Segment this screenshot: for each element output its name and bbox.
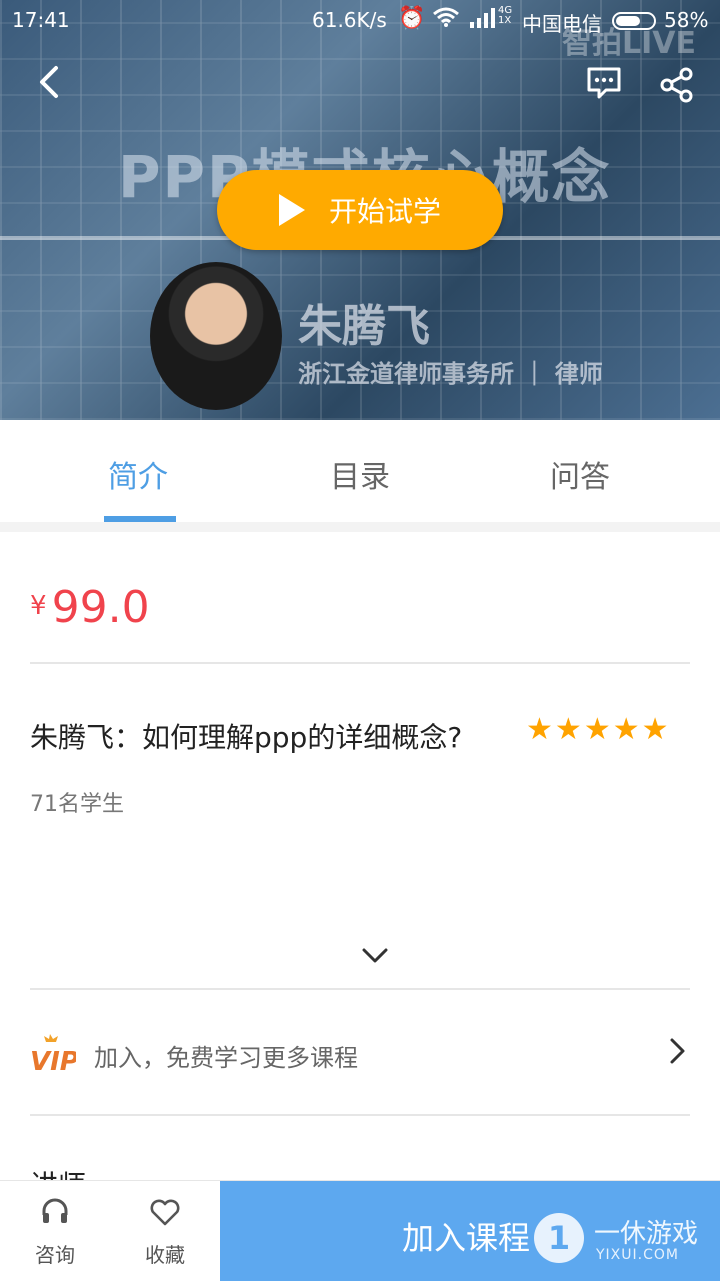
consult-button[interactable]: 咨询	[0, 1181, 110, 1281]
star-icon: ★	[612, 712, 642, 747]
vip-promo-text: 加入，免费学习更多课程	[94, 1044, 358, 1072]
start-trial-label: 开始试学	[328, 195, 441, 228]
divider	[30, 988, 690, 990]
battery-icon	[612, 12, 656, 30]
tab-qa[interactable]: 问答	[550, 452, 610, 496]
site-watermark-cn: 一休游戏	[594, 1219, 699, 1249]
heart-icon	[150, 1199, 180, 1226]
headset-icon	[42, 1198, 68, 1223]
student-count: 71名学生	[30, 792, 124, 817]
favorite-label: 收藏	[145, 1243, 185, 1267]
comment-button[interactable]	[586, 66, 622, 100]
join-course-label: 加入课程	[402, 1219, 531, 1257]
start-trial-button[interactable]: 开始试学	[217, 170, 503, 250]
star-icon: ★	[554, 712, 584, 747]
course-video-banner[interactable]: 智拍LIVE PPP模式核心概念 朱腾飞 浙江金道律师事务所 ｜ 律师 17:4…	[0, 0, 720, 420]
price-value: 99.0	[51, 582, 150, 633]
play-icon	[278, 194, 305, 226]
chevron-left-icon	[40, 66, 58, 98]
join-course-button[interactable]: 加入课程 1 一休游戏 YIXUI.COM	[220, 1181, 720, 1281]
rating-stars: ★★★★★	[526, 712, 671, 747]
divider	[30, 662, 690, 664]
bottom-action-bar: 咨询 收藏 加入课程 1 一休游戏 YIXUI.COM	[0, 1180, 720, 1281]
star-icon: ★	[526, 712, 555, 747]
comment-icon	[587, 67, 621, 99]
divider	[30, 1114, 690, 1116]
status-bar: 17:41 61.6K/s ⏰ 4G 1X 中国电信 58%	[0, 0, 720, 40]
tab-catalog[interactable]: 目录	[330, 452, 390, 496]
status-carrier: 中国电信	[522, 12, 602, 36]
back-button[interactable]	[30, 62, 70, 102]
alarm-icon: ⏰	[398, 6, 426, 31]
status-net-speed: 61.6K/s	[312, 8, 387, 32]
status-time: 17:41	[12, 8, 70, 32]
favorite-button[interactable]: 收藏	[110, 1181, 220, 1281]
chevron-down-icon	[362, 948, 388, 963]
share-button[interactable]	[658, 66, 696, 104]
network-type: 4G 1X	[498, 5, 513, 26]
star-icon: ★	[641, 712, 671, 747]
teacher-avatar	[150, 262, 282, 410]
site-watermark-en: YIXUI.COM	[596, 1247, 679, 1263]
share-icon	[660, 67, 693, 103]
teacher-organization: 浙江金道律师事务所 ｜ 律师	[298, 360, 603, 388]
teacher-name: 朱腾飞	[298, 301, 430, 352]
vip-icon: VIP	[28, 1030, 79, 1077]
star-icon: ★	[583, 712, 613, 747]
svg-text:VIP: VIP	[30, 1047, 76, 1074]
chevron-right-icon	[660, 1034, 694, 1068]
currency-symbol: ¥	[30, 591, 47, 621]
wifi-icon	[432, 6, 460, 33]
expand-description-button[interactable]	[358, 938, 392, 972]
site-watermark-logo: 1	[534, 1213, 584, 1263]
tabs-separator	[0, 522, 720, 532]
tab-intro[interactable]: 简介	[108, 452, 168, 496]
course-price: ¥ 99.0	[30, 582, 150, 633]
course-title: 朱腾飞：如何理解ppp的详细概念?	[30, 721, 463, 754]
battery-percent: 58%	[664, 8, 709, 32]
consult-label: 咨询	[35, 1243, 75, 1267]
course-tabs: 简介 目录 问答	[0, 420, 720, 522]
signal-icon	[470, 8, 496, 32]
